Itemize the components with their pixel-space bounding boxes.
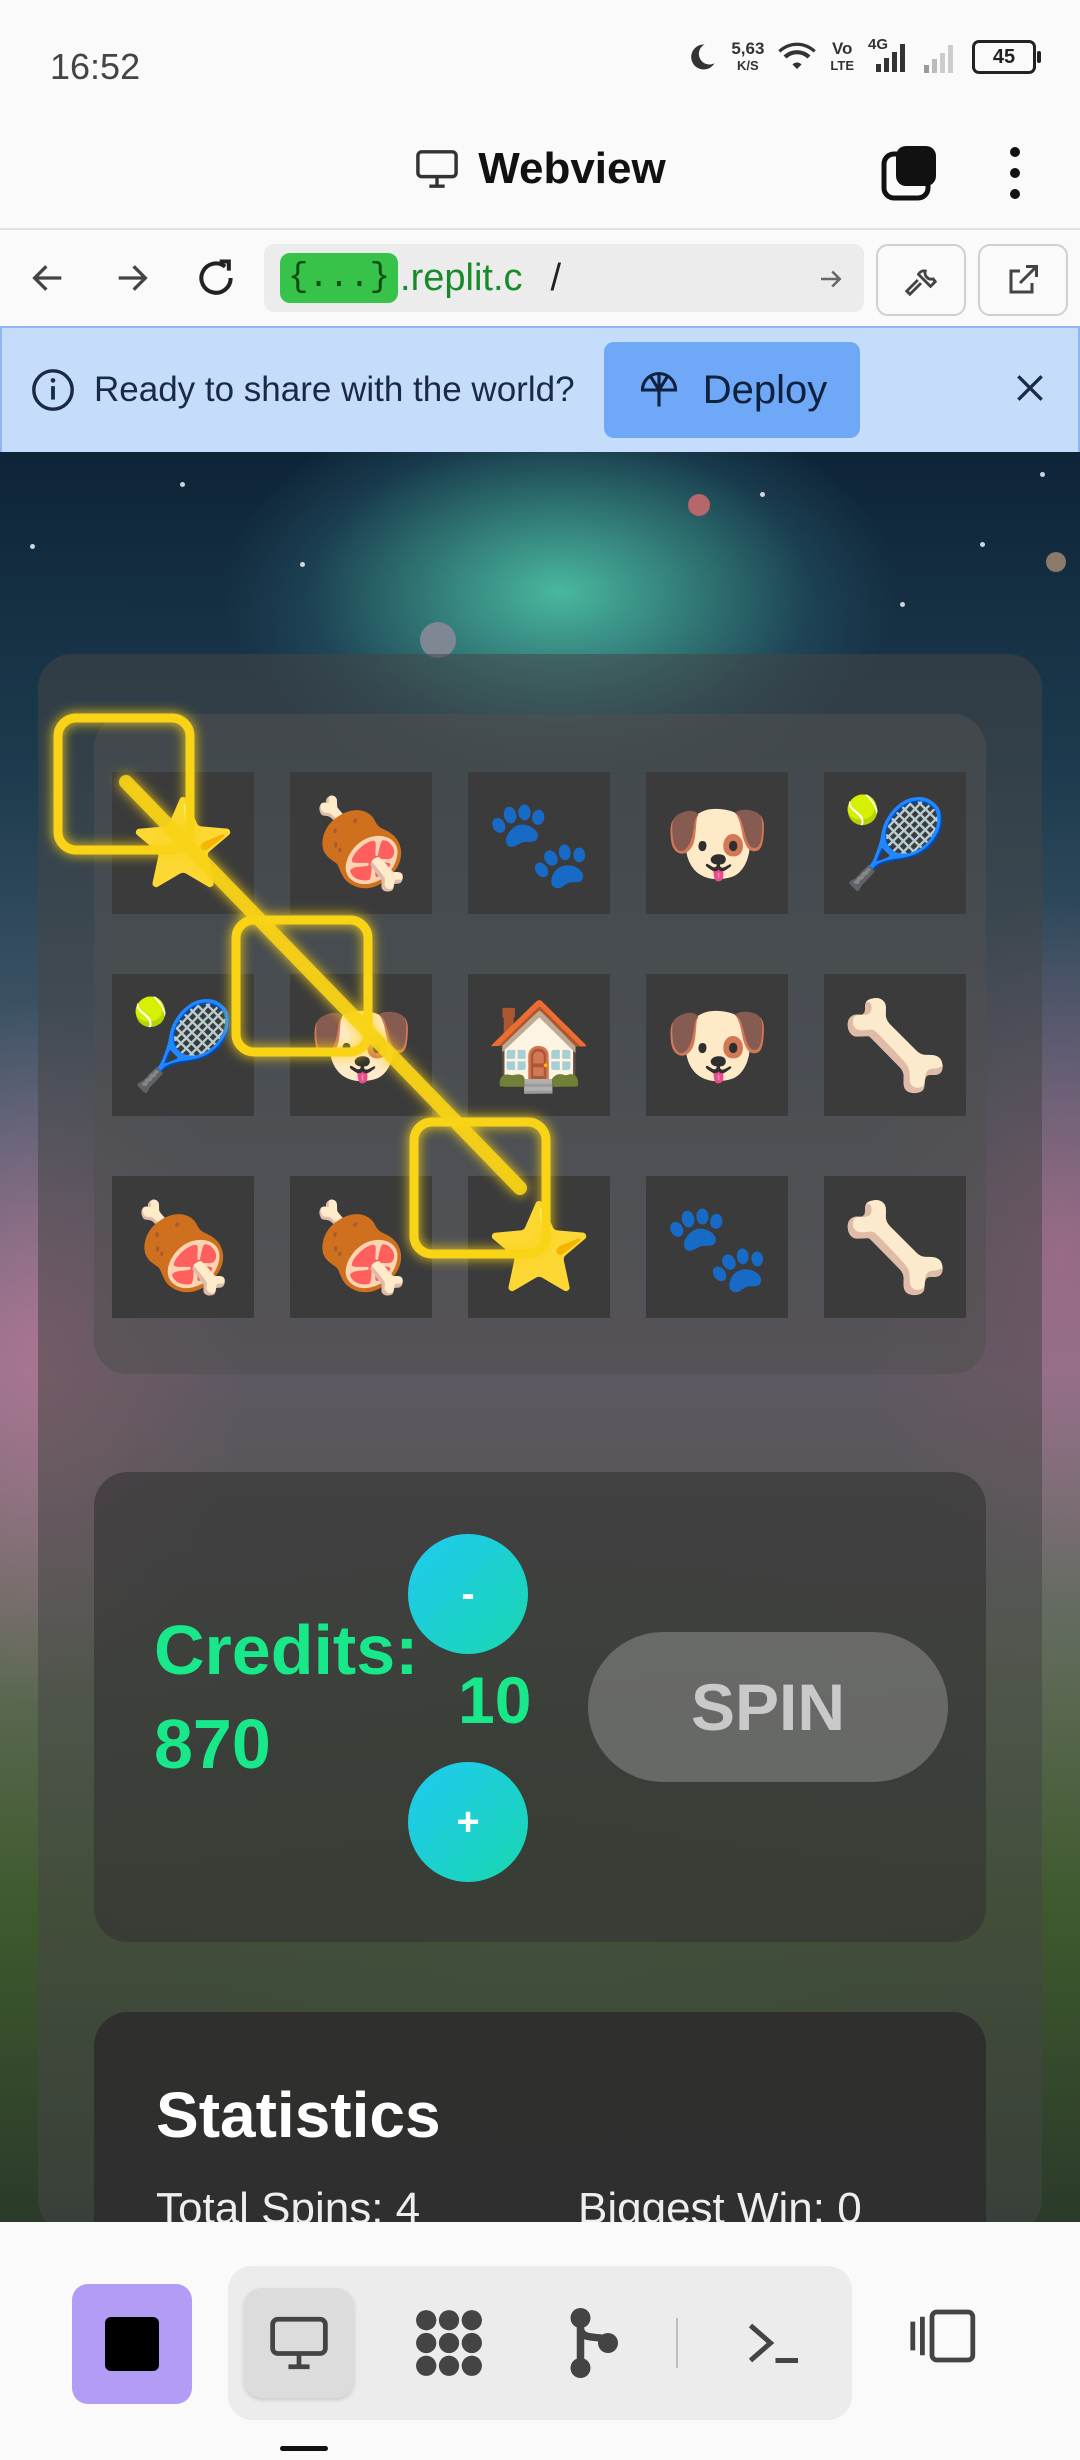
open-external-button[interactable] xyxy=(978,244,1068,316)
url-bar: {...} .replit.c / xyxy=(0,228,1080,326)
url-domain: .replit.c xyxy=(400,256,523,299)
net-speed-value: 5,63 xyxy=(731,39,765,58)
webview-tab[interactable] xyxy=(244,2288,354,2398)
reel-cell: 🐶 xyxy=(646,974,788,1116)
reel-cell: 🎾 xyxy=(112,974,254,1116)
battery-icon: 45 xyxy=(972,40,1041,74)
extensions-icon xyxy=(416,2310,482,2376)
moon-icon xyxy=(691,44,715,70)
home-indicator xyxy=(280,2446,328,2451)
statistics-title: Statistics xyxy=(156,2079,441,2151)
credits-label: Credits: xyxy=(154,1611,419,1689)
reel-cell: 🦴 xyxy=(824,1176,966,1318)
repl-chip: {...} xyxy=(280,253,399,303)
reel-cell: 🍖 xyxy=(290,1176,432,1318)
reel-grid: ⭐ 🍖 🐾 🐶 🎾 🎾 🐶 🏠 🐶 🦴 🍖 🍖 ⭐ 🐾 🦴 xyxy=(94,714,986,1374)
star-decoration xyxy=(300,562,305,567)
layout-icon[interactable] xyxy=(908,2306,980,2366)
deploy-button[interactable]: Deploy xyxy=(604,342,860,438)
stop-icon xyxy=(105,2317,159,2371)
tool-group xyxy=(228,2266,852,2420)
reel-cell: ⭐ xyxy=(468,1176,610,1318)
reel-cell: 🍖 xyxy=(290,772,432,914)
wrench-icon xyxy=(904,269,938,297)
forward-button[interactable] xyxy=(106,252,158,304)
shell-tab[interactable] xyxy=(718,2288,828,2398)
volte-indicator: Vo LTE xyxy=(830,40,854,74)
external-link-icon xyxy=(1009,265,1038,294)
status-bar: 16:52 5,63 K/S Vo LTE 4G 45 xyxy=(0,0,1080,130)
total-spins: Total Spins: 4 xyxy=(156,2184,421,2222)
reel-cell: 🐶 xyxy=(646,772,788,914)
extensions-tab[interactable] xyxy=(394,2288,504,2398)
wifi-icon xyxy=(778,42,817,69)
signal-4g-icon: 4G xyxy=(868,36,908,74)
network-type: 4G xyxy=(868,36,889,53)
reel-cell: 🐾 xyxy=(468,772,610,914)
net-speed-unit: K/S xyxy=(737,58,759,73)
reel-cell: ⭐ xyxy=(112,772,254,914)
more-vert-icon[interactable] xyxy=(1000,138,1030,208)
battery-level: 45 xyxy=(992,45,1016,68)
bottom-toolbar xyxy=(0,2222,1080,2460)
slot-game: ⭐ 🍖 🐾 🐶 🎾 🎾 🐶 🏠 🐶 🦴 🍖 🍖 ⭐ 🐾 🦴 Credits: 8… xyxy=(0,452,1080,2222)
signal-weak-icon xyxy=(924,45,953,73)
devtools-button[interactable] xyxy=(876,244,966,316)
git-icon xyxy=(570,2308,618,2378)
reel-cell: 🐾 xyxy=(646,1176,788,1318)
net-speed: 5,63 K/S xyxy=(731,40,764,74)
star-decoration xyxy=(980,542,985,547)
bet-value: 10 xyxy=(458,1663,532,1737)
close-icon[interactable] xyxy=(1010,368,1050,408)
planet-decoration xyxy=(420,622,456,658)
planet-decoration xyxy=(1046,552,1066,572)
arrow-left-icon xyxy=(32,265,62,291)
url-path: / xyxy=(550,256,562,299)
arrow-right-icon xyxy=(118,265,148,291)
bet-decrease-button[interactable]: - xyxy=(408,1534,528,1654)
controls-panel: Credits: 870 - 10 + SPIN xyxy=(94,1472,986,1942)
volte-bottom: LTE xyxy=(830,58,854,73)
volte-top: Vo xyxy=(831,39,853,58)
git-tab[interactable] xyxy=(538,2288,648,2398)
credits-value: 870 xyxy=(154,1705,271,1783)
reel-cell: 🐶 xyxy=(290,974,432,1116)
reload-icon xyxy=(199,259,233,295)
deploy-label: Deploy xyxy=(702,367,828,412)
page-title: Webview xyxy=(478,144,666,193)
star-decoration xyxy=(760,492,765,497)
reel-cell: 🦴 xyxy=(824,974,966,1116)
star-decoration xyxy=(30,544,35,549)
monitor-icon xyxy=(416,150,459,188)
statistics-panel: Statistics Total Spins: 4 Biggest Win: 0 xyxy=(94,2012,986,2222)
star-decoration xyxy=(180,482,185,487)
title-bar: Webview xyxy=(0,130,1080,230)
status-icons: 5,63 K/S Vo LTE 4G 45 xyxy=(687,36,1041,74)
go-arrow-icon[interactable] xyxy=(816,264,846,294)
url-field[interactable]: {...} .replit.c / xyxy=(264,244,864,312)
webview-icon xyxy=(270,2316,328,2370)
status-time: 16:52 xyxy=(50,46,141,87)
reel-cell: 🍖 xyxy=(112,1176,254,1318)
deploy-icon xyxy=(640,371,677,407)
reel-cell: 🏠 xyxy=(468,974,610,1116)
spin-button[interactable]: SPIN xyxy=(588,1632,948,1782)
info-icon xyxy=(32,369,74,411)
banner-text: Ready to share with the world? xyxy=(94,370,575,409)
star-decoration xyxy=(1040,472,1045,477)
tabs-icon[interactable] xyxy=(878,142,942,206)
shell-icon xyxy=(748,2323,798,2363)
bet-increase-button[interactable]: + xyxy=(408,1762,528,1882)
toolbar-divider xyxy=(676,2318,678,2368)
star-decoration xyxy=(900,602,905,607)
reel-cell: 🎾 xyxy=(824,772,966,914)
back-button[interactable] xyxy=(22,252,74,304)
reload-button[interactable] xyxy=(190,252,242,304)
stop-button[interactable] xyxy=(72,2284,192,2404)
biggest-win: Biggest Win: 0 xyxy=(578,2184,862,2222)
deploy-banner: Ready to share with the world? Deploy xyxy=(0,326,1080,454)
planet-decoration xyxy=(688,494,710,516)
